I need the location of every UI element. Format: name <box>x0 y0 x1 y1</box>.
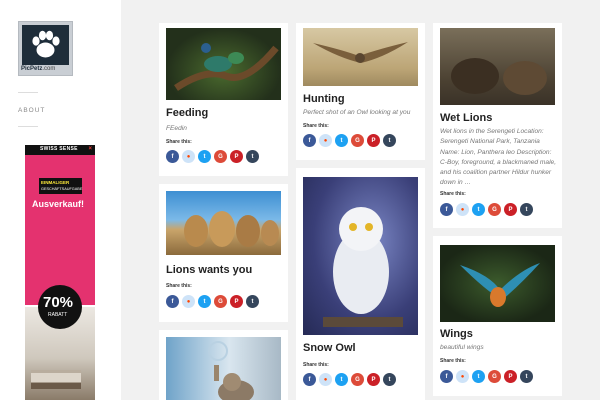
post-image[interactable] <box>166 191 281 255</box>
share-buttons: f ● t G Pt <box>440 370 533 383</box>
post-image[interactable] <box>303 28 418 86</box>
google-plus-icon[interactable]: G <box>351 134 364 147</box>
facebook-icon[interactable]: f <box>440 370 453 383</box>
ad-headline: Ausverkauf! <box>32 199 85 209</box>
tumblr-icon[interactable]: t <box>383 373 396 386</box>
pinterest-icon[interactable]: P <box>504 203 517 216</box>
logo-label: PicPetz.com <box>21 66 56 72</box>
wet-lions-illustration <box>451 58 547 95</box>
post-card-wet-lions[interactable]: Wet Lions Wet lions in the Serengeti Loc… <box>433 23 562 228</box>
post-image[interactable] <box>166 337 281 400</box>
share-label: Share this: <box>440 358 466 364</box>
ad-discount-label: RABATT <box>48 312 68 318</box>
post-card-lions-wants-you[interactable]: Lions wants you Share this: f ● t G Pt <box>159 184 288 322</box>
ad-bed-base <box>31 383 81 389</box>
post-title[interactable]: Snow Owl <box>303 342 356 354</box>
reddit-icon[interactable]: ● <box>456 203 469 216</box>
reddit-icon[interactable]: ● <box>456 370 469 383</box>
share-label: Share this: <box>303 123 329 129</box>
post-image[interactable] <box>440 245 555 322</box>
share-buttons: f ● t G Pt <box>166 150 259 163</box>
post-title[interactable]: Feeding <box>166 107 208 119</box>
share-buttons: f ● t G Pt <box>440 203 533 216</box>
share-buttons: f ● t G Pt <box>303 134 396 147</box>
post-card-cat[interactable] <box>159 330 288 400</box>
lion-cubs-illustration <box>184 211 279 247</box>
facebook-icon[interactable]: f <box>303 373 316 386</box>
twitter-icon[interactable]: t <box>335 373 348 386</box>
snowy-owl-illustration <box>323 207 403 327</box>
twitter-icon[interactable]: t <box>472 370 485 383</box>
reddit-icon[interactable]: ● <box>182 150 195 163</box>
facebook-icon[interactable]: f <box>303 134 316 147</box>
post-card-snow-owl[interactable]: Snow Owl Share this: f ● t G Pt <box>296 168 425 400</box>
google-plus-icon[interactable]: G <box>488 203 501 216</box>
twitter-icon[interactable]: t <box>472 203 485 216</box>
ad-brand-mark: × <box>88 146 92 152</box>
tumblr-icon[interactable]: t <box>383 134 396 147</box>
pinterest-icon[interactable]: P <box>230 150 243 163</box>
cat-bubble-illustration <box>208 341 254 400</box>
share-label: Share this: <box>166 283 192 289</box>
post-description: beautiful wings <box>440 344 484 351</box>
post-description: Wet lions in the Serengeti Location: Ser… <box>440 128 557 187</box>
post-image[interactable] <box>166 28 281 100</box>
tumblr-icon[interactable]: t <box>246 295 259 308</box>
twitter-icon[interactable]: t <box>335 134 348 147</box>
post-card-hunting[interactable]: Hunting Perfect shot of an Owl looking a… <box>296 23 425 160</box>
flying-owl-illustration <box>313 42 408 63</box>
reddit-icon[interactable]: ● <box>319 134 332 147</box>
tumblr-icon[interactable]: t <box>520 370 533 383</box>
facebook-icon[interactable]: f <box>166 295 179 308</box>
share-buttons: f ● t G Pt <box>303 373 396 386</box>
google-plus-icon[interactable]: G <box>351 373 364 386</box>
share-label: Share this: <box>440 191 466 197</box>
post-card-wings[interactable]: Wings beautiful wings Share this: f ● t G Pt <box>433 236 562 396</box>
post-description: Perfect shot of an Owl looking at you <box>303 109 411 116</box>
ad-tag-line2: GESCHÄFTSAUFGABE <box>41 187 83 191</box>
divider <box>18 126 38 127</box>
ad-percent: 70% <box>43 294 74 311</box>
google-plus-icon[interactable]: G <box>488 370 501 383</box>
google-plus-icon[interactable]: G <box>214 295 227 308</box>
advertisement-banner[interactable]: SWISS SENSE × EINMALIGER GESCHÄFTSAUFGAB… <box>25 145 95 400</box>
share-label: Share this: <box>303 362 329 368</box>
reddit-icon[interactable]: ● <box>319 373 332 386</box>
pinterest-icon[interactable]: P <box>504 370 517 383</box>
ad-bed <box>31 370 81 382</box>
post-description: FEedin <box>166 125 187 132</box>
site-logo[interactable]: PicPetz.com <box>18 21 73 76</box>
reddit-icon[interactable]: ● <box>182 295 195 308</box>
post-title[interactable]: Wet Lions <box>440 112 492 124</box>
google-plus-icon[interactable]: G <box>214 150 227 163</box>
post-image[interactable] <box>440 28 555 105</box>
pinterest-icon[interactable]: P <box>230 295 243 308</box>
divider <box>18 92 38 93</box>
ad-tag-line1: EINMALIGER <box>41 180 70 185</box>
facebook-icon[interactable]: f <box>440 203 453 216</box>
facebook-icon[interactable]: f <box>166 150 179 163</box>
post-title[interactable]: Hunting <box>303 93 345 105</box>
pinterest-icon[interactable]: P <box>367 373 380 386</box>
bird-on-branch-illustration <box>174 43 279 91</box>
twitter-icon[interactable]: t <box>198 295 211 308</box>
paw-icon <box>22 25 69 65</box>
post-card-feeding[interactable]: Feeding FEedin Share this: f ● t G Pt <box>159 23 288 176</box>
pinterest-icon[interactable]: P <box>367 134 380 147</box>
share-label: Share this: <box>166 139 192 145</box>
tumblr-icon[interactable]: t <box>520 203 533 216</box>
nav-about[interactable]: ABOUT <box>18 107 45 114</box>
share-buttons: f ● t G Pt <box>166 295 259 308</box>
sidebar: PicPetz.com ABOUT SWISS SENSE × EINMALIG… <box>0 0 121 400</box>
twitter-icon[interactable]: t <box>198 150 211 163</box>
kingfisher-illustration <box>460 263 540 307</box>
post-image[interactable] <box>303 177 418 335</box>
post-title[interactable]: Wings <box>440 328 473 340</box>
ad-brand: SWISS SENSE <box>40 146 78 152</box>
tumblr-icon[interactable]: t <box>246 150 259 163</box>
post-title[interactable]: Lions wants you <box>166 264 252 276</box>
